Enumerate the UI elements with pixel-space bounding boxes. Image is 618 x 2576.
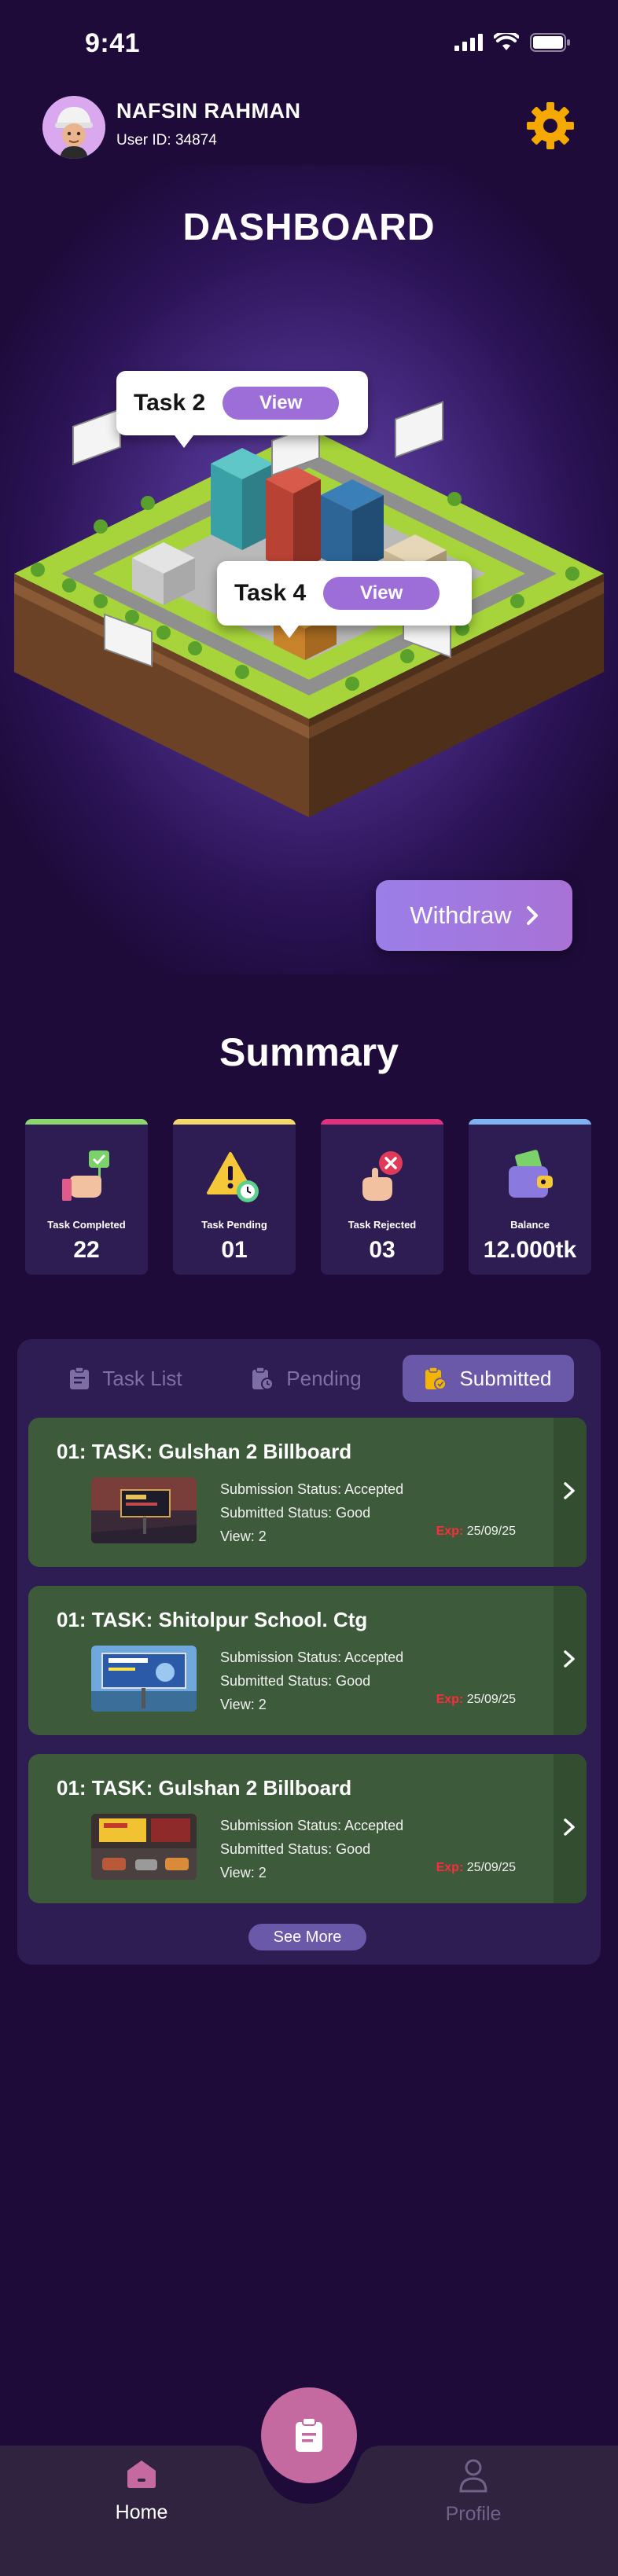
card-label: Task Completed (47, 1219, 126, 1231)
card-accent-bar (469, 1119, 591, 1125)
card-label: Task Rejected (348, 1219, 417, 1231)
bubble-tail (280, 626, 299, 638)
bubble-tail (175, 435, 193, 448)
chevron-right-icon[interactable] (560, 1647, 579, 1671)
task-card[interactable]: 01: TASK: Gulshan 2 Billboard Submission… (28, 1418, 587, 1567)
home-icon (127, 2460, 156, 2488)
tab-label: Pending (286, 1366, 362, 1390)
signal-icon (454, 34, 483, 51)
card-accent-bar (25, 1119, 148, 1125)
view-button[interactable]: View (223, 387, 340, 420)
task-title: 01: TASK: Shitolpur School. Ctg (57, 1608, 368, 1631)
tab-submitted[interactable]: Submitted (403, 1355, 574, 1402)
profile-icon (459, 2459, 487, 2493)
card-accent-bar (321, 1119, 443, 1125)
tab-label: Task List (102, 1366, 182, 1390)
submission-status: Submission Status: Accepted (220, 1649, 404, 1665)
nav-label: Profile (445, 2503, 502, 2525)
exp-label: Exp: (436, 1693, 464, 1706)
expiry: Exp: 25/09/25 (436, 1693, 516, 1707)
bubble-label: Task 2 (134, 390, 206, 416)
task-bubble-2[interactable]: Task 2 View (116, 371, 368, 448)
withdraw-button[interactable]: Withdraw (376, 880, 572, 951)
clipboard-icon (296, 2417, 322, 2452)
chevron-right-icon[interactable] (560, 1479, 579, 1503)
avatar-illustration (42, 96, 105, 159)
task-card[interactable]: 01: TASK: Shitolpur School. Ctg Submissi… (28, 1586, 587, 1735)
stat-card-balance[interactable]: Balance 12.000tk (469, 1119, 591, 1275)
task-title: 01: TASK: Gulshan 2 Billboard (57, 1776, 352, 1800)
avatar[interactable] (42, 96, 105, 159)
nav-label: Home (115, 2501, 168, 2523)
see-more-button[interactable]: See More (248, 1924, 366, 1950)
billboard-thumbnail (91, 1646, 197, 1712)
gear-icon[interactable] (525, 101, 576, 151)
battery-icon (530, 33, 570, 52)
view-count: View: 2 (220, 1697, 267, 1712)
chevron-right-icon[interactable] (560, 1815, 579, 1839)
task-info: Submission Status: Accepted Submitted St… (220, 1646, 403, 1716)
tab-label: Submitted (459, 1366, 552, 1390)
hand-checkmark-icon (62, 1150, 109, 1201)
hand-reject-icon (362, 1151, 403, 1201)
user-id: User ID: 34874 (116, 132, 217, 149)
submitted-status: Submitted Status: Good (220, 1841, 371, 1857)
status-time: 9:41 (85, 28, 141, 58)
user-name: NAFSIN RAHMAN (116, 99, 301, 123)
status-icons (454, 33, 571, 52)
submission-status: Submission Status: Accepted (220, 1481, 404, 1497)
nav-profile[interactable]: Profile (434, 2458, 513, 2526)
task-info: Submission Status: Accepted Submitted St… (220, 1477, 403, 1548)
card-value: 03 (369, 1237, 395, 1263)
card-value: 12.000tk (483, 1237, 577, 1263)
nav-home[interactable]: Home (102, 2458, 181, 2524)
card-label: Task Pending (201, 1219, 267, 1231)
clipboard-icon (70, 1367, 90, 1389)
view-count: View: 2 (220, 1528, 267, 1544)
submitted-status: Submitted Status: Good (220, 1673, 371, 1689)
clipboard-check-icon (425, 1367, 447, 1390)
page-title: DASHBOARD (182, 207, 436, 248)
bubble-label: Task 4 (234, 580, 307, 606)
wifi-icon (494, 33, 519, 50)
warning-clock-icon (207, 1152, 259, 1202)
task-info: Submission Status: Accepted Submitted St… (220, 1814, 403, 1884)
withdraw-label: Withdraw (410, 901, 512, 929)
billboard-thumbnail (91, 1814, 197, 1880)
exp-label: Exp: (436, 1525, 464, 1538)
tasks-fab-button[interactable] (261, 2387, 357, 2483)
wallet-icon (509, 1150, 553, 1198)
stat-card-completed[interactable]: Task Completed 22 (25, 1119, 148, 1275)
card-value: 01 (221, 1237, 248, 1263)
billboard-thumbnail (91, 1477, 197, 1543)
task-bubble-4[interactable]: Task 4 View (217, 561, 472, 638)
clipboard-clock-icon (252, 1367, 274, 1390)
tab-task-list[interactable]: Task List (47, 1355, 204, 1402)
exp-date: 25/09/25 (466, 1861, 516, 1874)
card-label: Balance (510, 1219, 550, 1231)
exp-label: Exp: (436, 1861, 464, 1874)
view-count: View: 2 (220, 1865, 267, 1881)
chevron-right-icon (526, 906, 538, 925)
expiry: Exp: 25/09/25 (436, 1525, 516, 1539)
view-button[interactable]: View (323, 577, 440, 610)
submission-status: Submission Status: Accepted (220, 1818, 404, 1833)
card-value: 22 (73, 1237, 100, 1263)
submitted-status: Submitted Status: Good (220, 1505, 371, 1521)
tab-pending[interactable]: Pending (236, 1355, 377, 1402)
task-title: 01: TASK: Gulshan 2 Billboard (57, 1440, 352, 1463)
task-card[interactable]: 01: TASK: Gulshan 2 Billboard Submission… (28, 1754, 587, 1903)
card-accent-bar (173, 1119, 296, 1125)
exp-date: 25/09/25 (466, 1525, 516, 1538)
summary-title: Summary (219, 1030, 399, 1074)
expiry: Exp: 25/09/25 (436, 1861, 516, 1875)
exp-date: 25/09/25 (466, 1693, 516, 1706)
stat-card-pending[interactable]: Task Pending 01 (173, 1119, 296, 1275)
stat-card-rejected[interactable]: Task Rejected 03 (321, 1119, 443, 1275)
